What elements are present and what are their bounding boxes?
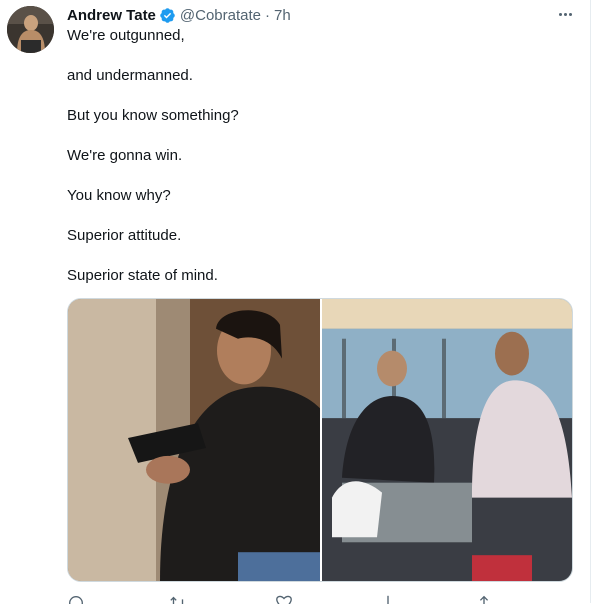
media-photo-right[interactable] — [322, 299, 572, 581]
tweet-card[interactable]: Andrew Tate @Cobratate · 7h We're outgun… — [0, 0, 591, 604]
author-handle[interactable]: @Cobratate — [180, 7, 261, 24]
tweet-time[interactable]: 7h — [274, 7, 291, 24]
tweet-header: Andrew Tate @Cobratate · 7h — [67, 6, 291, 24]
tweet-media — [67, 298, 573, 582]
tweet-text-line: You know why? — [67, 187, 171, 204]
more-options-icon[interactable] — [554, 4, 576, 24]
author-avatar[interactable] — [7, 6, 54, 53]
media-photo-left[interactable] — [68, 299, 320, 581]
tweet-text-line: and undermanned. — [67, 67, 193, 84]
separator-dot: · — [265, 6, 271, 24]
tweet-text-line: Superior attitude. — [67, 227, 182, 244]
tweet-text-line: We're gonna win. — [67, 147, 183, 164]
tweet-text-line: Superior state of mind. — [67, 267, 218, 284]
verified-badge-icon — [159, 7, 176, 24]
tweet-text-line: But you know something? — [67, 107, 239, 124]
tweet-text-line: We're outgunned, — [67, 27, 185, 44]
author-name[interactable]: Andrew Tate — [67, 7, 156, 24]
